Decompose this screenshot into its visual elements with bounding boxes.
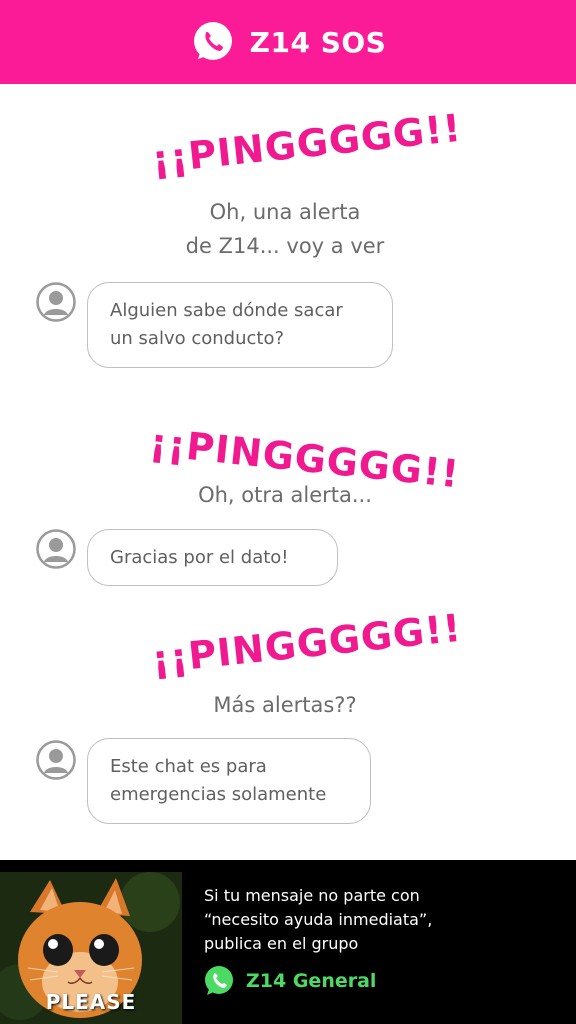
whatsapp-phone-icon: [193, 22, 232, 60]
whatsapp-icon: [205, 966, 233, 995]
user-avatar-icon: [36, 740, 76, 780]
user-avatar-icon: [36, 529, 76, 569]
app-header: Z14 SOS: [0, 0, 576, 84]
app-title: Z14 SOS: [249, 25, 387, 59]
chat-message-bubble: Gracias por el dato!: [87, 529, 338, 586]
message-line: emergencias solamente: [110, 784, 327, 805]
message-line: Gracias por el dato!: [110, 547, 289, 568]
footer-banner: PLEASE Si tu mensaje no parte con “neces…: [0, 860, 576, 1024]
general-group-link[interactable]: Z14 General: [202, 964, 376, 998]
ping-exclamation: ¡¡PINGGGGG!!: [149, 605, 464, 682]
message-line: Este chat es para: [110, 756, 267, 777]
group-name: Z14 General: [246, 970, 377, 992]
ping-exclamation: ¡¡PINGGGGG!!: [149, 105, 464, 182]
caption-line: de Z14... voy a ver: [185, 234, 385, 258]
message-line: Alguien sabe dónde sacar: [110, 300, 343, 321]
pleading-cat-image: PLEASE: [0, 872, 182, 1024]
message-line: un salvo conducto?: [110, 328, 285, 349]
footer-instructions: Si tu mensaje no parte con “necesito ayu…: [204, 884, 432, 956]
caption-line: Más alertas??: [213, 693, 357, 717]
chat-message-bubble: Alguien sabe dónde sacar un salvo conduc…: [87, 282, 393, 368]
instruction-line: “necesito ayuda inmediata”,: [204, 910, 433, 929]
image-caption: PLEASE: [45, 990, 137, 1014]
chat-message-bubble: Este chat es para emergencias solamente: [87, 738, 371, 824]
instruction-line: Si tu mensaje no parte con: [204, 886, 420, 905]
caption-line: Oh, una alerta: [209, 200, 361, 224]
instruction-line: publica en el grupo: [204, 934, 359, 953]
user-avatar-icon: [36, 282, 76, 322]
caption-line: Oh, otra alerta...: [198, 483, 372, 507]
